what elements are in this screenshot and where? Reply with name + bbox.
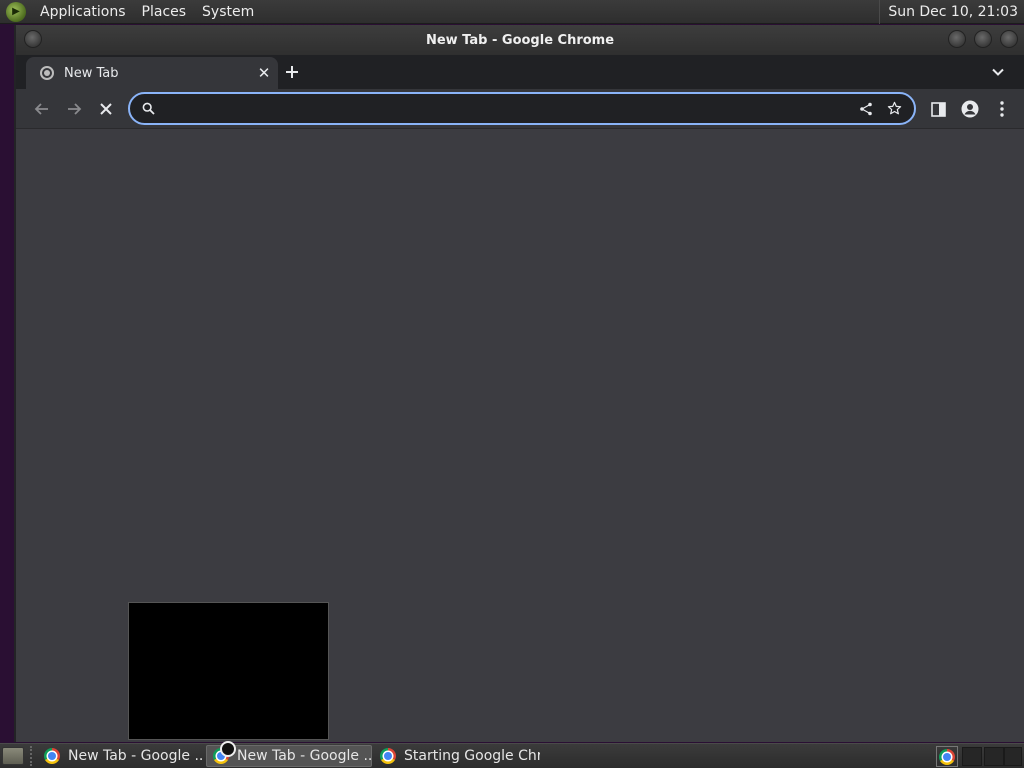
plus-icon (286, 66, 298, 78)
omnibox[interactable] (128, 92, 916, 125)
task-label: New Tab - Google ... (68, 748, 204, 764)
side-panel-button[interactable] (924, 95, 952, 123)
chrome-icon (44, 748, 60, 764)
workspace-2[interactable] (984, 747, 1004, 766)
tray-chrome-icon[interactable] (936, 746, 958, 767)
new-tab-button[interactable] (278, 58, 306, 86)
window-titlebar[interactable]: New Tab - Google Chrome (16, 25, 1024, 55)
distro-logo-icon[interactable]: ▶ (6, 1, 26, 22)
tab-title: New Tab (64, 65, 119, 81)
chrome-favicon-icon (40, 66, 54, 80)
close-icon (100, 103, 112, 115)
profile-button[interactable] (956, 95, 984, 123)
workspace-1[interactable] (962, 747, 982, 766)
taskbar: New Tab - Google ... New Tab - Google ..… (0, 743, 1024, 768)
arrow-left-icon (34, 103, 48, 115)
menu-system[interactable]: System (194, 0, 262, 24)
top-panel: ▶ Applications Places System Sun Dec 10,… (0, 0, 1024, 24)
forward-button[interactable] (60, 95, 88, 123)
menu-places[interactable]: Places (134, 0, 195, 24)
chrome-menu-button[interactable] (988, 95, 1016, 123)
show-desktop-icon[interactable] (2, 747, 24, 765)
maximize-icon[interactable] (974, 30, 992, 48)
more-vertical-icon (1000, 101, 1004, 117)
tab-strip: New Tab ✕ (16, 55, 1024, 89)
back-button[interactable] (28, 95, 56, 123)
task-button[interactable]: New Tab - Google ... (38, 745, 204, 767)
browser-toolbar (16, 89, 1024, 129)
chrome-icon (939, 748, 955, 765)
window-close-icon[interactable] (1000, 30, 1018, 48)
tab-close-icon[interactable]: ✕ (254, 64, 274, 82)
workspace-3[interactable] (1004, 747, 1022, 766)
profile-icon (961, 100, 979, 118)
bookmark-star-icon[interactable] (880, 95, 908, 123)
stop-loading-button[interactable] (92, 95, 120, 123)
search-icon (134, 95, 162, 123)
menu-applications[interactable]: Applications (32, 0, 134, 24)
page-content[interactable] (16, 130, 1024, 742)
task-button[interactable]: Starting Google Chr... (374, 745, 540, 767)
taskbar-separator (30, 746, 36, 766)
address-input[interactable] (170, 96, 852, 121)
mouse-cursor-icon (220, 741, 236, 757)
chrome-window: New Tab - Google Chrome New Tab ✕ (14, 25, 1024, 742)
chrome-icon (380, 748, 396, 764)
share-icon[interactable] (852, 95, 880, 123)
side-panel-icon (930, 101, 946, 117)
task-label: Starting Google Chr... (404, 748, 540, 764)
minimize-icon[interactable] (948, 30, 966, 48)
chevron-down-icon (992, 68, 1004, 76)
black-popup-window (128, 602, 329, 740)
window-title: New Tab - Google Chrome (425, 32, 615, 48)
arrow-right-icon (68, 103, 82, 115)
tab-new-tab[interactable]: New Tab ✕ (26, 57, 278, 89)
tab-search-button[interactable] (986, 60, 1010, 84)
window-menu-icon[interactable] (24, 30, 42, 48)
task-label: New Tab - Google ... (237, 748, 372, 764)
panel-clock[interactable]: Sun Dec 10, 21:03 (879, 0, 1018, 24)
